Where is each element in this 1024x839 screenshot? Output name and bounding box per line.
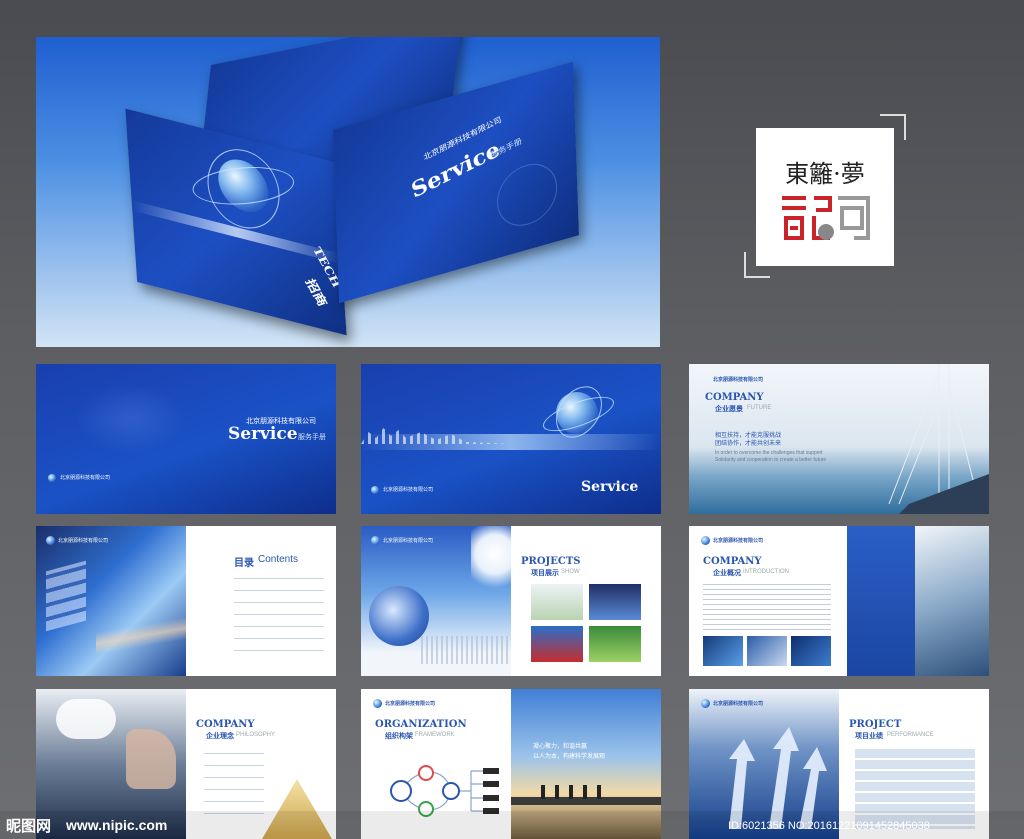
logo-title: 東籬·夢 [785, 160, 865, 188]
page-service-back: 北京朋源科技有限公司 Service [361, 364, 661, 514]
small-logo-icon [701, 536, 710, 545]
intro-photo [791, 636, 831, 666]
logo-seal-icon [782, 196, 870, 240]
project-photo [531, 584, 583, 620]
page-title-sub: PERFORMANCE [887, 732, 934, 738]
project-photo [589, 584, 641, 620]
page-company: 北京朋源科技有限公司 [713, 377, 764, 383]
page-company: 北京朋源科技有限公司 [383, 538, 434, 544]
hero-mockup: TECH 招商 北京朋源科技有限公司 Service 服务手册 [36, 37, 660, 347]
page-title-sub: PHILOSOPHY [236, 732, 276, 738]
people-silhouettes [541, 785, 601, 799]
e-logo-icon [369, 586, 429, 646]
page-footer-company: 北京朋源科技有限公司 [383, 487, 434, 493]
small-logo-icon [371, 536, 380, 545]
page-en-line-2: Solidarity and cooperation to create a b… [715, 457, 827, 463]
page-projects: 北京朋源科技有限公司 PROJECTS 项目展示 SHOW [361, 526, 661, 676]
sailboat-icon [888, 364, 989, 514]
watermark-url: www.nipic.com [66, 817, 168, 833]
watermark-id: ID:6021356 NO:20161221091452845038 [728, 820, 930, 832]
page-title-sub: INTRODUCTION [743, 569, 789, 575]
page-title-cn: 企业愿景 [715, 406, 743, 413]
small-logo-icon [701, 699, 710, 708]
page-company-intro: 北京朋源科技有限公司 COMPANY 企业概况 INTRODUCTION [689, 526, 989, 676]
page-service-cover: 北京朋源科技有限公司 Service 服务手册 北京朋源科技有限公司 [36, 364, 336, 514]
page-service-cn: 服务手册 [298, 434, 326, 441]
intro-photo [747, 636, 787, 666]
page-contents: 北京朋源科技有限公司 目录 Contents [36, 526, 336, 676]
page-footer-company: 北京朋源科技有限公司 [60, 475, 111, 481]
page-title-sub: SHOW [561, 569, 580, 575]
page-title-en: COMPANY [703, 556, 762, 567]
page-service-word: Service [581, 479, 639, 495]
contents-title-cn: 目录 [234, 558, 254, 569]
page-company-future: 北京朋源科技有限公司 COMPANY 企业愿景 FUTURE 相互扶持，才能克服… [689, 364, 989, 514]
page-title-en: PROJECT [849, 719, 902, 730]
page-title-en: ORGANIZATION [375, 719, 467, 730]
small-logo-icon [373, 699, 382, 708]
small-logo-icon [371, 486, 379, 494]
page-title-en: PROJECTS [521, 556, 581, 567]
project-photo [589, 626, 641, 662]
page-title-sub: FUTURE [747, 405, 772, 411]
page-title-en: COMPANY [196, 719, 255, 730]
intro-photo [703, 636, 743, 666]
watermark-site: 昵图网 [6, 817, 52, 835]
page-title-sub: FRAMEWORK [415, 732, 455, 738]
page-title-cn: 企业理念 [206, 733, 234, 740]
page-cn-line-2: 团结协作，才能共创未来 [715, 441, 782, 447]
page-company: 北京朋源科技有限公司 [713, 701, 764, 707]
page-service-word: Service [228, 424, 298, 444]
contents-title-en: Contents [258, 554, 299, 565]
page-company: 北京朋源科技有限公司 [385, 701, 436, 707]
page-title-cn: 企业概况 [713, 570, 741, 577]
project-photo [531, 626, 583, 662]
small-logo-icon [48, 474, 56, 482]
page-company: 北京朋源科技有限公司 [58, 538, 109, 544]
page-slogan-2: 以人为本，构建科学发展观 [533, 754, 606, 760]
page-title-en: COMPANY [705, 392, 764, 403]
page-title-cn: 项目展示 [531, 570, 559, 577]
page-slogan-1: 凝心聚力，和谐共赢 [533, 744, 588, 750]
page-en-line-1: In order to overcome the challenges that… [715, 450, 823, 456]
page-company: 北京朋源科技有限公司 [713, 538, 764, 544]
logo: 東籬·夢 [756, 128, 894, 266]
page-title-cn: 组织构架 [385, 733, 413, 740]
small-logo-icon [46, 536, 55, 545]
page-title-cn: 项目业绩 [855, 733, 883, 740]
